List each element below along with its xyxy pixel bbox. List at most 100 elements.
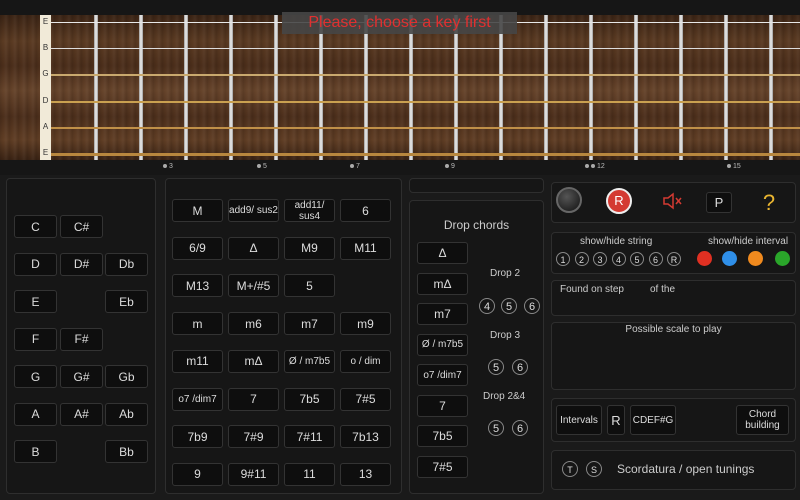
chord-type-button[interactable]: 7b13 <box>340 425 391 449</box>
chord-type-button[interactable]: 7b5 <box>284 387 335 411</box>
fret <box>94 15 98 160</box>
key-button[interactable]: Ab <box>105 402 148 426</box>
scordatura-label[interactable]: Scordatura / open tunings <box>617 462 754 476</box>
record-button[interactable]: R <box>606 188 632 214</box>
chord-type-button[interactable]: 7#9 <box>228 425 279 449</box>
key-button[interactable]: D <box>14 252 57 276</box>
chord-type-button[interactable]: m <box>172 312 223 336</box>
chord-type-button[interactable]: M11 <box>340 236 391 260</box>
chord-type-button[interactable]: 6/9 <box>172 236 223 260</box>
chord-type-button[interactable]: mΔ <box>228 349 279 373</box>
drop-chord-button[interactable]: o7 /dim7 <box>417 364 468 386</box>
show-string-toggle[interactable]: R <box>667 252 681 266</box>
drop-voicing-button[interactable]: 5 <box>488 359 504 375</box>
tuning-knob-icon[interactable] <box>556 187 582 213</box>
show-string-toggle[interactable]: 4 <box>611 252 626 266</box>
show-string-toggle[interactable]: 1 <box>556 252 570 266</box>
interval-color-toggle[interactable] <box>722 251 737 266</box>
string-name-label: A <box>42 122 49 131</box>
chord-type-button[interactable]: add11/ sus4 <box>284 199 335 222</box>
drop-chord-button[interactable]: 7b5 <box>417 425 468 447</box>
fret <box>544 15 548 160</box>
chord-type-button[interactable]: Δ <box>228 236 279 260</box>
key-button[interactable]: G# <box>60 365 103 388</box>
chord-type-button[interactable]: o7 /dim7 <box>172 387 223 411</box>
chord-type-button[interactable]: o / dim <box>340 349 391 373</box>
chord-type-button[interactable]: 13 <box>340 462 391 486</box>
key-button[interactable]: G <box>14 365 57 388</box>
string-name-label: D <box>42 96 49 105</box>
drop-chord-button[interactable]: 7#5 <box>417 455 468 478</box>
key-warning-banner: Please, choose a key first <box>282 12 517 34</box>
drop-chord-button[interactable]: 7 <box>417 394 468 417</box>
drop-voicing-button[interactable]: 4 <box>479 298 495 314</box>
guitar-string <box>51 74 800 76</box>
key-button[interactable]: E <box>14 290 57 313</box>
chord-type-button[interactable]: m9 <box>340 312 391 336</box>
chord-type-button[interactable]: M13 <box>172 274 223 298</box>
chord-type-button[interactable]: 7#5 <box>340 387 391 411</box>
key-button[interactable]: A# <box>60 402 103 426</box>
drop-chord-button[interactable]: Δ <box>417 242 468 264</box>
chord-type-button[interactable]: 7#11 <box>284 425 335 449</box>
drop-voicing-button[interactable]: 5 <box>501 298 517 314</box>
chord-type-button[interactable]: 7b9 <box>172 425 223 449</box>
drop-voicing-button[interactable]: 5 <box>488 420 504 436</box>
chord-type-button[interactable]: M <box>172 199 223 222</box>
drop-chord-button[interactable]: mΔ <box>417 272 468 295</box>
chord-type-button[interactable]: M+/#5 <box>228 274 279 298</box>
mute-icon[interactable] <box>662 191 684 211</box>
scordatura-s-button[interactable]: S <box>586 461 602 477</box>
drop-chord-button[interactable]: Ø / m7b5 <box>417 333 468 356</box>
string-name-label: E <box>42 148 49 157</box>
key-button[interactable]: F <box>14 327 57 351</box>
chord-building-button[interactable]: Chord building <box>736 405 789 435</box>
chord-type-button[interactable]: 9 <box>172 462 223 486</box>
scordatura-t-button[interactable]: T <box>562 461 578 477</box>
show-string-toggle[interactable]: 2 <box>574 252 589 266</box>
key-button[interactable]: C# <box>60 215 103 238</box>
fret-marker-dot-icon <box>591 164 595 169</box>
key-button[interactable]: B <box>14 440 57 463</box>
key-button[interactable]: D# <box>60 252 103 276</box>
intervals-button[interactable]: Intervals <box>556 405 602 435</box>
show-string-toggle[interactable]: 5 <box>630 252 644 266</box>
notes-button[interactable]: CDEF#G <box>630 405 676 435</box>
guitar-string <box>51 101 800 103</box>
possible-scale-label: Possible scale to play <box>625 324 722 335</box>
root-button[interactable]: R <box>607 405 625 435</box>
chord-type-button[interactable]: 5 <box>284 274 335 298</box>
chord-type-button[interactable]: m11 <box>172 349 223 373</box>
drop-voicing-button[interactable]: 6 <box>512 420 528 436</box>
fret-marker: 12 <box>585 163 605 170</box>
key-button[interactable]: Bb <box>105 440 148 463</box>
drop-chord-button[interactable]: m7 <box>417 303 468 325</box>
chord-type-button[interactable]: m6 <box>228 312 279 336</box>
drop-voicing-button[interactable]: 6 <box>512 359 528 375</box>
chord-type-button[interactable]: 7 <box>228 387 279 411</box>
key-button[interactable]: C <box>14 215 57 238</box>
chord-type-button[interactable]: 6 <box>340 199 391 222</box>
show-string-toggle[interactable]: 6 <box>648 252 663 266</box>
fret <box>229 15 233 160</box>
interval-color-toggle[interactable] <box>697 251 712 266</box>
chord-type-button[interactable]: 11 <box>284 462 335 486</box>
fret-marker-dot-icon <box>163 164 167 169</box>
key-button[interactable]: A <box>14 402 57 426</box>
chord-type-button[interactable]: m7 <box>284 312 335 336</box>
show-string-toggle[interactable]: 3 <box>593 252 607 266</box>
chord-type-button[interactable]: M9 <box>284 236 335 260</box>
key-button[interactable]: Eb <box>105 290 148 313</box>
interval-color-toggle[interactable] <box>748 251 763 266</box>
interval-color-toggle[interactable] <box>775 251 790 266</box>
chord-type-button[interactable]: 9#11 <box>228 462 279 486</box>
fret-marker-dot-icon <box>727 164 731 169</box>
chord-type-button[interactable]: Ø / m7b5 <box>284 349 335 373</box>
chord-type-button[interactable]: add9/ sus2 <box>228 199 279 222</box>
drop-voicing-button[interactable]: 6 <box>524 298 540 314</box>
key-button[interactable]: F# <box>60 327 103 351</box>
p-button[interactable]: P <box>706 192 732 213</box>
key-button[interactable]: Db <box>105 252 148 276</box>
help-button[interactable]: ? <box>760 190 778 215</box>
key-button[interactable]: Gb <box>105 365 148 388</box>
